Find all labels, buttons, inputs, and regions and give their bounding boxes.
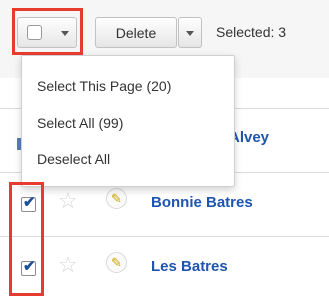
record-name-link[interactable]: Bonnie Batres [151, 194, 253, 211]
highlight-box-toolbar-checkbox [12, 8, 83, 55]
pencil-icon[interactable]: ✎ [106, 252, 127, 273]
table-row[interactable]: ✔ ☆ ✎ Les Batres [0, 236, 329, 298]
delete-button-label: Delete [115, 25, 157, 41]
menu-item-select-all[interactable]: Select All (99) [37, 115, 123, 131]
pencil-icon[interactable]: ✎ [106, 188, 127, 209]
highlight-box-row-checkboxes [9, 182, 44, 296]
menu-item-select-this-page[interactable]: Select This Page (20) [37, 78, 171, 94]
record-name-link[interactable]: Alvey [229, 129, 269, 146]
selected-count: Selected: 3 [216, 24, 287, 40]
menu-item-deselect-all[interactable]: Deselect All [37, 151, 110, 167]
chevron-down-icon [186, 31, 194, 36]
delete-button[interactable]: Delete [95, 17, 177, 48]
star-icon[interactable]: ☆ [58, 188, 78, 214]
star-icon[interactable]: ☆ [58, 252, 78, 278]
record-name-link[interactable]: Les Batres [151, 258, 228, 275]
select-dropdown-menu: Select This Page (20) Select All (99) De… [21, 55, 235, 187]
delete-options-button[interactable] [178, 17, 202, 48]
